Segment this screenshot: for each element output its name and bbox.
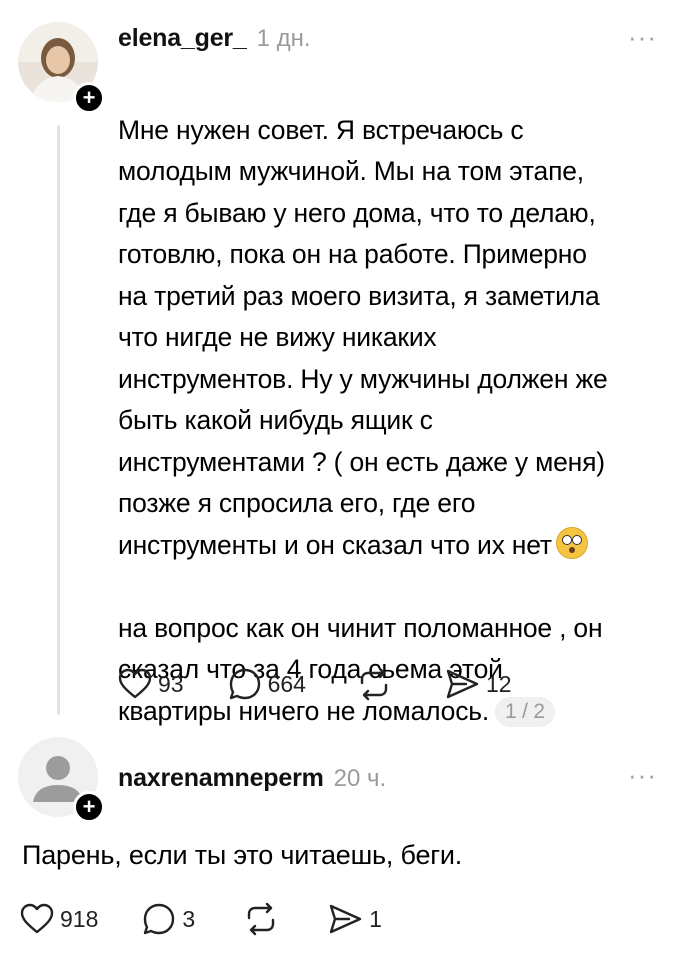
flushed-face-emoji-icon: [555, 526, 588, 559]
post-text: Мне нужен совет. Я встречаюсь с молодым …: [118, 114, 608, 560]
send-button[interactable]: 1: [327, 902, 382, 936]
post-time: 1 дн.: [256, 25, 311, 52]
repost-button[interactable]: [356, 667, 392, 701]
post-more-icon[interactable]: ···: [628, 22, 657, 53]
thread-line: [57, 125, 60, 715]
follow-plus-icon[interactable]: +: [73, 791, 105, 823]
repost-icon: [247, 902, 275, 936]
follow-plus-icon[interactable]: +: [73, 82, 105, 114]
post-pager[interactable]: 1 / 2: [495, 696, 555, 727]
comment-icon: [144, 903, 175, 935]
post-username[interactable]: elena_ger_: [118, 24, 247, 53]
send-button[interactable]: 12: [444, 667, 512, 701]
comment-count: 664: [267, 670, 306, 697]
comment-button[interactable]: 3: [142, 902, 195, 936]
send-icon: [329, 904, 362, 934]
heart-icon: [20, 903, 54, 934]
reply-more-icon[interactable]: ···: [628, 760, 657, 791]
like-count: 93: [158, 670, 184, 697]
reply-username[interactable]: naxrenamneperm: [118, 764, 324, 793]
comment-icon: [229, 668, 260, 700]
reply-time: 20 ч.: [333, 765, 387, 792]
reply-actions: 918 3 1: [20, 902, 382, 936]
like-button[interactable]: 918: [20, 903, 98, 935]
reply-text: Парень, если ты это читаешь, беги.: [22, 840, 463, 870]
comment-button[interactable]: 664: [228, 667, 306, 701]
heart-icon: [118, 668, 152, 699]
send-icon: [446, 669, 479, 699]
repost-button[interactable]: [243, 902, 279, 936]
share-count: 1: [369, 905, 382, 932]
comment-count: 3: [182, 905, 196, 932]
post-body: Мне нужен совет. Я встречаюсь с молодым …: [118, 68, 688, 732]
like-button[interactable]: 93: [118, 668, 184, 700]
share-count: 12: [485, 670, 512, 697]
like-count: 918: [60, 905, 99, 932]
post-actions: 93 664 12: [118, 667, 512, 701]
repost-icon: [360, 667, 388, 701]
